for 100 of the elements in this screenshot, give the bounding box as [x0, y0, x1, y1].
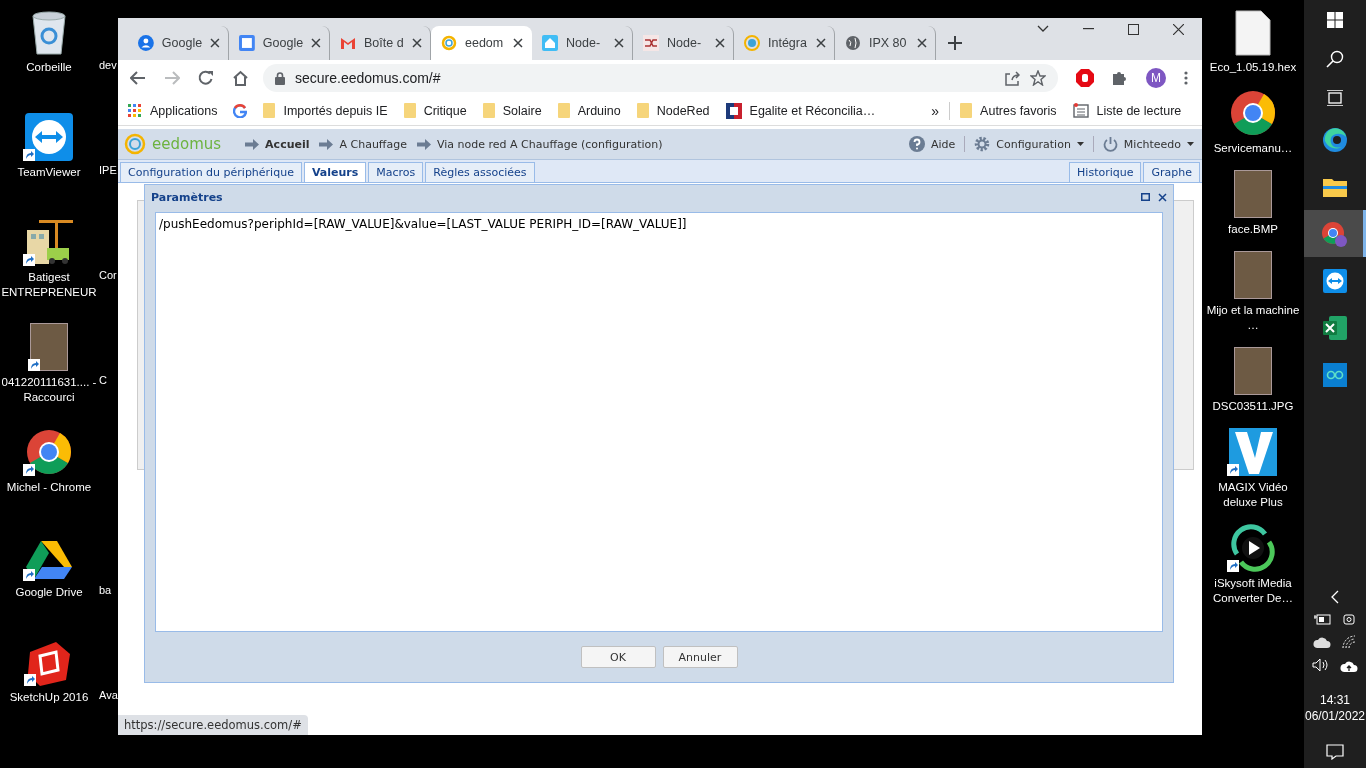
close-icon[interactable]	[513, 38, 523, 48]
dialog-button[interactable]: Annuler	[662, 646, 738, 668]
user-menu[interactable]: Michteedo	[1123, 137, 1181, 151]
file-icon[interactable]	[1235, 10, 1271, 56]
browser-tab[interactable]: Node-	[633, 26, 734, 60]
teamviewer-icon[interactable]	[25, 113, 73, 161]
google-icon[interactable]	[233, 103, 248, 118]
desktop-icon-label[interactable]: Batigest ENTREPRENEUR	[0, 270, 98, 300]
clock[interactable]: 14:31 06/01/2022	[1304, 692, 1366, 724]
chrome-icon[interactable]	[1229, 89, 1277, 137]
cloud-icon[interactable]	[1313, 636, 1331, 648]
close-icon[interactable]	[311, 38, 321, 48]
page-tab[interactable]: Valeurs	[303, 162, 367, 182]
photo-thumbnail[interactable]	[1234, 170, 1272, 218]
chevron-left-icon[interactable]	[1331, 590, 1339, 604]
back-icon[interactable]	[130, 71, 146, 85]
help-link[interactable]: Aide	[930, 137, 956, 151]
browser-tab[interactable]: Intégra	[734, 26, 835, 60]
minimize-icon[interactable]	[1083, 28, 1094, 30]
bookmark[interactable]: Arduino	[557, 103, 621, 118]
recycle-bin-icon[interactable]	[29, 10, 69, 56]
browser-tab[interactable]: Google	[128, 26, 229, 60]
drive-icon[interactable]	[25, 539, 73, 581]
share-icon[interactable]	[1004, 70, 1020, 86]
power-icon[interactable]	[1102, 136, 1118, 152]
desktop-icon-label[interactable]: Michel - Chrome	[6, 480, 92, 495]
bookmark[interactable]: Applications	[128, 103, 218, 118]
puzzle-icon[interactable]	[1112, 70, 1128, 86]
maximize-icon[interactable]	[1141, 193, 1150, 201]
page-tab[interactable]: Configuration du périphérique	[120, 162, 302, 182]
desktop-icon-label[interactable]: C	[98, 373, 118, 388]
desktop-icon-label[interactable]: Mijo et la machine …	[1202, 303, 1304, 333]
configuration-menu[interactable]: Configuration	[996, 137, 1071, 151]
chrome-icon[interactable]	[25, 428, 73, 476]
close-icon[interactable]	[210, 38, 220, 48]
desktop-icon-label[interactable]: Servicemanu…	[1213, 141, 1293, 156]
desktop-icon-label[interactable]: Ava	[98, 688, 118, 703]
caret-icon[interactable]	[1076, 142, 1084, 146]
desktop-icon-label[interactable]: DSC03511.JPG	[1212, 399, 1294, 414]
help-icon[interactable]	[908, 136, 925, 152]
desktop-icon-label[interactable]: SketchUp 2016	[9, 690, 89, 705]
bookmark[interactable]: Autres favoris	[960, 103, 1057, 118]
close-icon[interactable]	[614, 38, 624, 48]
caret-icon[interactable]	[1187, 142, 1194, 146]
wifi-icon[interactable]	[1341, 634, 1357, 650]
bookmark[interactable]: NodeRed	[636, 103, 710, 118]
chevron-down-icon[interactable]	[1037, 25, 1049, 33]
profile-avatar[interactable]: M	[1146, 68, 1166, 88]
sketchup-icon[interactable]	[26, 640, 72, 686]
battery-icon[interactable]	[1314, 613, 1332, 625]
dialog-button[interactable]: OK	[580, 646, 656, 668]
browser-tab[interactable]: Google	[229, 26, 330, 60]
start-icon[interactable]	[1327, 12, 1343, 28]
home-icon[interactable]	[232, 70, 249, 86]
close-icon[interactable]	[1173, 23, 1184, 35]
search-icon[interactable]	[1326, 50, 1344, 68]
page-tab[interactable]: Graphe	[1143, 162, 1200, 182]
close-icon[interactable]	[917, 38, 927, 48]
page-tab[interactable]: Règles associées	[425, 162, 535, 182]
bookmark[interactable]: Egalite et Réconcilia…	[725, 102, 876, 119]
notification-icon[interactable]	[1326, 744, 1344, 760]
page-tab[interactable]: Macros	[368, 162, 424, 182]
gear-icon[interactable]	[974, 136, 991, 152]
photo-thumbnail[interactable]	[1234, 347, 1272, 395]
building-crane-icon[interactable]	[25, 218, 73, 266]
more-menu-icon[interactable]	[1184, 71, 1188, 85]
desktop-icon-label[interactable]: Google Drive	[15, 585, 83, 600]
address-bar[interactable]: secure.eedomus.com/#	[263, 64, 1058, 92]
maximize-icon[interactable]	[1128, 23, 1139, 35]
breadcrumb-link[interactable]: A Chauffage	[339, 137, 407, 151]
desktop-icon-label[interactable]: IPE	[98, 163, 118, 178]
breadcrumb-link[interactable]: Accueil	[265, 137, 310, 151]
desktop-icon-label[interactable]: 041220111631.... - Raccourci	[0, 375, 98, 405]
volume-icon[interactable]	[1312, 658, 1330, 672]
stop-hand-icon[interactable]	[1076, 69, 1094, 87]
reload-icon[interactable]	[198, 70, 214, 86]
media-converter-icon[interactable]	[1229, 524, 1277, 572]
camera-icon[interactable]	[1342, 612, 1356, 626]
new-tab-icon[interactable]	[948, 36, 962, 50]
bookmark[interactable]: Solaire	[482, 103, 542, 118]
star-icon[interactable]	[1030, 70, 1046, 86]
browser-tab[interactable]: eedom	[431, 26, 532, 60]
close-icon[interactable]	[412, 38, 422, 48]
desktop-icon-label[interactable]: Cor	[98, 268, 118, 283]
bookmark[interactable]: Critique	[403, 103, 467, 118]
desktop-icon-label[interactable]: ba	[98, 583, 118, 598]
browser-tab[interactable]: IPX 80	[835, 26, 936, 60]
task-view-icon[interactable]	[1326, 90, 1344, 106]
magix-icon[interactable]	[1229, 428, 1277, 476]
browser-tab[interactable]: Node-	[532, 26, 633, 60]
desktop-icon-label[interactable]: face.BMP	[1228, 222, 1278, 237]
desktop-icon-label[interactable]: Corbeille	[26, 60, 72, 75]
desktop-icon-label[interactable]: Eco_1.05.19.hex	[1209, 60, 1297, 75]
close-icon[interactable]	[816, 38, 826, 48]
parameters-field[interactable]: /pushEedomus?periphId=[RAW_VALUE]&value=[LAST_VALUE PERIPH_ID=[RAW_VALUE]]	[155, 212, 1163, 632]
close-icon[interactable]	[715, 38, 725, 48]
desktop-icon-label[interactable]: iSkysoft iMedia Converter De…	[1202, 576, 1304, 606]
desktop-icon-label[interactable]: dev	[98, 58, 118, 73]
page-tab[interactable]: Historique	[1069, 162, 1142, 182]
photo-thumbnail[interactable]	[1234, 251, 1272, 299]
